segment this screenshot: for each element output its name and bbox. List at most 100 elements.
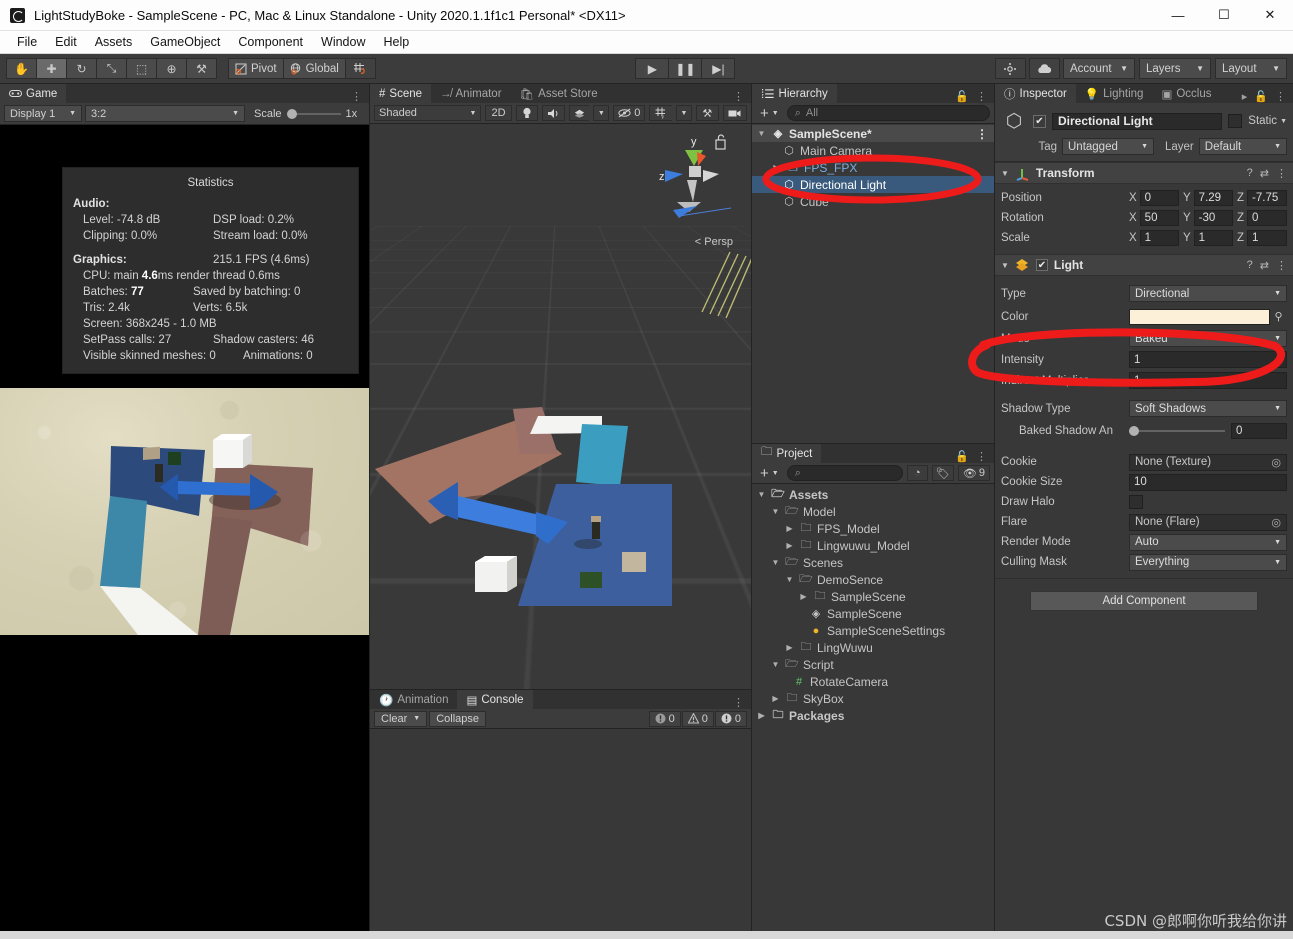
intensity-input[interactable]: 1 (1129, 351, 1287, 368)
minimize-button[interactable]: — (1155, 0, 1201, 31)
tab-hierarchy[interactable]: ⁞☰ Hierarchy (752, 84, 837, 103)
scene-fx-dropdown[interactable]: ▼ (593, 105, 610, 121)
tab-console[interactable]: ▤ Console (457, 690, 533, 709)
move-tool-icon[interactable]: ✚ (36, 58, 67, 79)
project-row-skybox[interactable]: ▶ 🗀 SkyBox (752, 690, 994, 707)
twisty-icon[interactable]: ▶ (770, 694, 781, 703)
game-panel-menu[interactable]: ⋮ (351, 90, 369, 103)
project-hidden-count[interactable]: 👁 9 (957, 465, 990, 481)
slider-knob[interactable] (286, 108, 297, 119)
cookie-object-field[interactable]: None (Texture) ◎ (1129, 453, 1287, 471)
flare-object-field[interactable]: None (Flare) ◎ (1129, 513, 1287, 531)
twisty-icon[interactable]: ▶ (784, 541, 795, 550)
hierarchy-row-main-camera[interactable]: ⬡ Main Camera (752, 142, 994, 159)
project-row-lingwuwu[interactable]: ▶ 🗀 LingWuwu (752, 639, 994, 656)
tag-dropdown[interactable]: Untagged ▼ (1062, 138, 1154, 155)
collapse-button[interactable]: Collapse (429, 710, 487, 727)
project-filter-type[interactable]: ◔ (906, 465, 928, 481)
tab-project[interactable]: 🗀 Project (752, 444, 822, 463)
project-row-assets[interactable]: ▼ 🗁 Assets (752, 486, 994, 503)
pivot-toggle[interactable]: Pivot (228, 58, 284, 79)
color-swatch[interactable] (1129, 308, 1270, 325)
shadow-type-dropdown[interactable]: Soft Shadows ▼ (1129, 400, 1287, 417)
scene-panel-menu[interactable]: ⋮ (733, 90, 751, 103)
static-checkbox[interactable] (1228, 114, 1243, 128)
project-row-scenes[interactable]: ▼ 🗁 Scenes (752, 554, 994, 571)
foldout-icon[interactable]: ▼ (1001, 169, 1009, 178)
draw-halo-checkbox[interactable] (1129, 495, 1143, 509)
kebab-menu-icon[interactable]: ⋮ (1275, 90, 1286, 103)
twisty-icon[interactable]: ▼ (770, 660, 781, 669)
rotation-z-input[interactable]: 0 (1247, 210, 1287, 226)
hierarchy-row-fps-fpx[interactable]: ▶ ❐ FPS_FPX (752, 159, 994, 176)
step-button[interactable]: ▶| (701, 58, 736, 79)
collab-icon[interactable] (994, 58, 1026, 79)
kebab-menu-icon[interactable]: ⋮ (1276, 167, 1287, 180)
game-viewport[interactable]: Statistics Audio: Level: -74.8 dB DSP lo… (0, 125, 369, 939)
scene-lighting-toggle[interactable] (515, 105, 539, 121)
maximize-button[interactable]: ☐ (1201, 0, 1247, 31)
project-filter-label[interactable]: 🏷 (931, 465, 954, 481)
play-button[interactable]: ▶ (635, 58, 670, 79)
position-x-input[interactable]: 0 (1139, 190, 1179, 206)
scene-gizmo-visibility[interactable]: 0 (613, 105, 646, 121)
project-row-model[interactable]: ▼ 🗁 Model (752, 503, 994, 520)
hand-tool-icon[interactable]: ✋ (6, 58, 37, 79)
display-dropdown[interactable]: Display 1 ▼ (4, 105, 82, 122)
hierarchy-row-cube[interactable]: ⬡ Cube (752, 193, 994, 210)
twisty-icon[interactable]: ▶ (784, 643, 795, 652)
grid-snap-icon[interactable] (344, 58, 376, 79)
rect-tool-icon[interactable]: ⬚ (126, 58, 157, 79)
cookie-size-input[interactable]: 10 (1129, 473, 1287, 491)
close-button[interactable]: ✕ (1247, 0, 1293, 31)
scale-y-input[interactable]: 1 (1193, 230, 1233, 246)
hierarchy-tree[interactable]: ▼ ◈ SampleScene* ⋮ ⬡ Main Camera ▶ ❐ FPS… (752, 124, 994, 443)
project-row-script[interactable]: ▼ 🗁 Script (752, 656, 994, 673)
lock-icon[interactable]: 🔓 (955, 90, 969, 103)
clear-button[interactable]: Clear ▼ (374, 710, 428, 727)
twisty-icon[interactable]: ▼ (770, 558, 781, 567)
scene-camera-button[interactable] (722, 105, 747, 121)
kebab-menu-icon[interactable]: ⋮ (1276, 259, 1287, 272)
indirect-multiplier-input[interactable]: 1 (1129, 372, 1287, 389)
lock-icon[interactable]: 🔓 (1254, 90, 1268, 103)
hierarchy-row-directional-light[interactable]: ⬡ Directional Light (752, 176, 994, 193)
baked-shadow-value[interactable]: 0 (1231, 423, 1287, 439)
perspective-label[interactable]: < Persp (695, 236, 733, 248)
position-z-input[interactable]: -7.75 (1247, 190, 1287, 206)
twisty-icon[interactable]: ▼ (756, 129, 767, 138)
hierarchy-search-input[interactable]: ⌕ All (786, 105, 990, 121)
project-tree[interactable]: ▼ 🗁 Assets ▼ 🗁 Model ▶ 🗀 FPS_Model ▶ 🗀 L… (752, 484, 994, 939)
project-add-button[interactable]: + ▼ (756, 465, 783, 482)
global-toggle[interactable]: Global (282, 58, 346, 79)
shading-dropdown[interactable]: Shaded ▼ (374, 105, 482, 121)
foldout-icon[interactable]: ▼ (1001, 261, 1009, 270)
kebab-menu-icon[interactable]: ⋮ (733, 90, 744, 103)
menu-item-file[interactable]: File (8, 31, 46, 54)
scene-audio-toggle[interactable] (542, 105, 566, 121)
kebab-menu-icon[interactable]: ⋮ (976, 127, 994, 141)
tab-game[interactable]: Game (0, 84, 67, 103)
object-picker-icon[interactable]: ◎ (1271, 456, 1281, 469)
scene-view-gizmo[interactable]: y z (653, 132, 733, 232)
scene-grid-dropdown[interactable]: ▼ (675, 105, 692, 121)
console-log-list[interactable] (370, 729, 751, 939)
project-search-input[interactable]: ⌕ (786, 465, 903, 481)
twisty-icon[interactable]: ▶ (784, 524, 795, 533)
scene-tools-button[interactable]: ⚒ (695, 105, 719, 121)
menu-item-assets[interactable]: Assets (86, 31, 142, 54)
pause-button[interactable]: ❚❚ (668, 58, 703, 79)
hierarchy-row-samplescene[interactable]: ▼ ◈ SampleScene* ⋮ (752, 125, 994, 142)
twisty-icon[interactable]: ▼ (784, 575, 795, 584)
tab-asset-store[interactable]: 🛍 Asset Store (510, 84, 607, 103)
scale-tool-icon[interactable]: ⤡ (96, 58, 127, 79)
custom-tool-icon[interactable]: ⚒ (186, 58, 217, 79)
tab-inspector[interactable]: ⓘ Inspector (995, 84, 1076, 103)
cloud-icon[interactable] (1028, 58, 1060, 79)
kebab-menu-icon[interactable]: ⋮ (351, 90, 362, 103)
project-row-lingwuwu-model[interactable]: ▶ 🗀 Lingwuwu_Model (752, 537, 994, 554)
tab-lighting[interactable]: 💡 Lighting (1075, 84, 1153, 103)
menu-item-component[interactable]: Component (229, 31, 312, 54)
transform-component-header[interactable]: ▼ Transform ? ⇄ ⋮ (995, 162, 1293, 184)
lock-icon[interactable]: 🔓 (955, 450, 969, 463)
